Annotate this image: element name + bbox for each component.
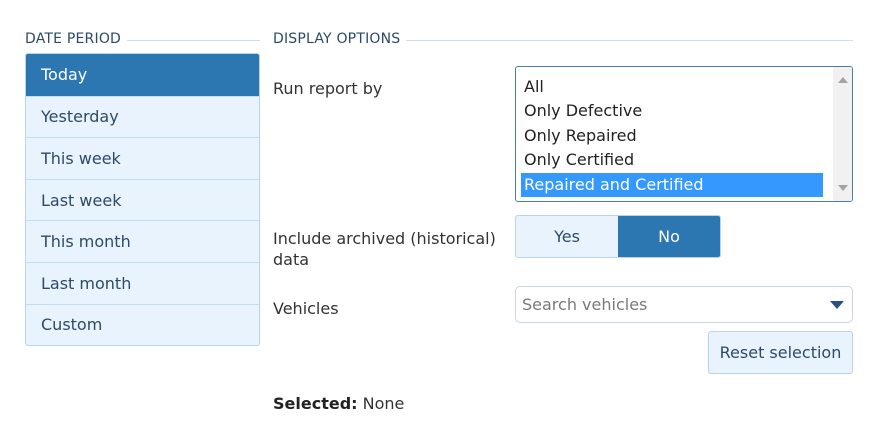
display-options-heading: DISPLAY OPTIONS [273, 31, 853, 47]
vehicles-search-select[interactable]: Search vehicles [515, 286, 853, 323]
archived-yes-button[interactable]: Yes [516, 216, 618, 257]
archived-no-button[interactable]: No [618, 216, 720, 257]
scroll-down-arrow-icon[interactable] [838, 185, 848, 191]
period-item-yesterday[interactable]: Yesterday [26, 95, 259, 138]
date-period-heading-text: DATE PERIOD [25, 31, 122, 47]
display-options-heading-text: DISPLAY OPTIONS [273, 31, 401, 47]
period-item-today[interactable]: Today [26, 54, 259, 96]
period-item-custom[interactable]: Custom [26, 303, 259, 346]
include-archived-label: Include archived (historical) data [273, 229, 496, 269]
period-item-last-month[interactable]: Last month [26, 261, 259, 304]
chevron-down-icon[interactable] [830, 300, 844, 309]
listbox-scrollbar[interactable] [833, 67, 852, 201]
selected-summary: Selected: None [273, 394, 404, 413]
selected-value: None [362, 394, 405, 413]
period-item-this-month[interactable]: This month [26, 220, 259, 262]
listbox-option-repaired-and-certified[interactable]: Repaired and Certified [521, 172, 823, 197]
listbox-option-only-defective[interactable]: Only Defective [521, 99, 823, 123]
heading-divider [406, 39, 853, 41]
vehicles-search-placeholder[interactable]: Search vehicles [522, 295, 830, 314]
period-item-last-week[interactable]: Last week [26, 178, 259, 221]
period-item-this-week[interactable]: This week [26, 137, 259, 179]
run-report-by-label: Run report by [273, 79, 383, 98]
date-period-heading: DATE PERIOD [25, 31, 260, 47]
date-period-list: Today Yesterday This week Last week This… [25, 53, 260, 347]
listbox-option-all[interactable]: All [521, 75, 823, 99]
heading-divider [127, 39, 260, 41]
listbox-option-only-certified[interactable]: Only Certified [521, 148, 823, 172]
vehicles-label: Vehicles [273, 299, 339, 318]
reset-selection-button[interactable]: Reset selection [708, 331, 853, 374]
listbox-option-only-repaired[interactable]: Only Repaired [521, 124, 823, 148]
include-archived-toggle: Yes No [515, 215, 721, 258]
run-report-by-listbox[interactable]: All Only Defective Only Repaired Only Ce… [515, 66, 853, 202]
scroll-up-arrow-icon[interactable] [838, 77, 848, 83]
selected-prefix: Selected: [273, 394, 358, 413]
